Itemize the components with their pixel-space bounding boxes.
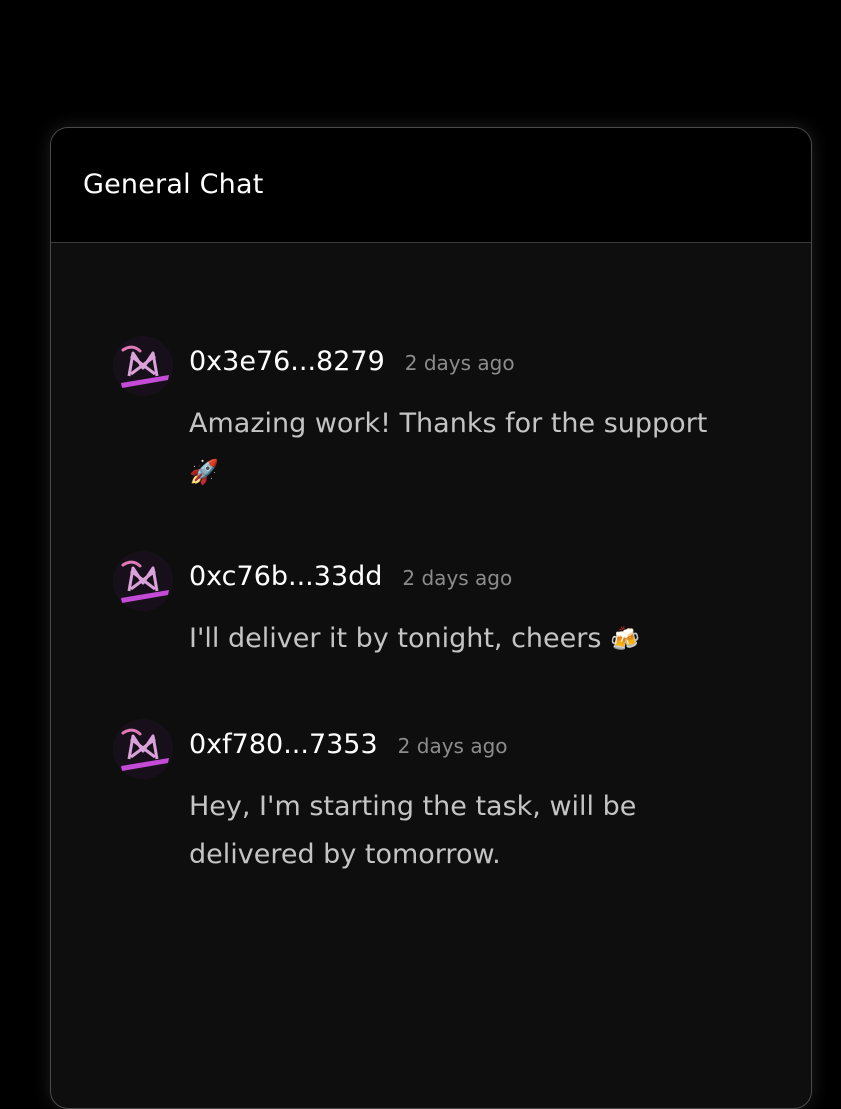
message-text: I'll deliver it by tonight, cheers 🍻 <box>189 615 749 663</box>
message-body: Amazing work! Thanks for the support <box>189 408 708 439</box>
message-meta: 0x3e76...8279 2 days ago <box>189 346 515 377</box>
message-author[interactable]: 0xc76b...33dd <box>189 561 382 592</box>
message-author[interactable]: 0xf780...7353 <box>189 729 378 760</box>
avatar-logo-icon <box>113 719 173 779</box>
beer-emoji: 🍻 <box>610 625 640 653</box>
avatar[interactable] <box>113 719 173 779</box>
message-body: I'll deliver it by tonight, cheers <box>189 623 602 654</box>
chat-title: General Chat <box>83 168 264 200</box>
message-timestamp: 2 days ago <box>397 734 508 758</box>
message-meta: 0xc76b...33dd 2 days ago <box>189 561 512 592</box>
chat-header: General Chat <box>51 128 811 243</box>
avatar[interactable] <box>113 551 173 611</box>
message-author[interactable]: 0x3e76...8279 <box>189 346 385 377</box>
chat-panel: General Chat 0x3e76...8279 2 days ago Am <box>50 127 812 1109</box>
avatar-logo-icon <box>113 336 173 396</box>
message-meta: 0xf780...7353 2 days ago <box>189 729 508 760</box>
avatar-logo-icon <box>113 551 173 611</box>
message-text: Amazing work! Thanks for the support 🚀 <box>189 400 749 496</box>
message-timestamp: 2 days ago <box>402 566 513 590</box>
avatar[interactable] <box>113 336 173 396</box>
message-body: Hey, I'm starting the task, will be deli… <box>189 791 637 870</box>
message-timestamp: 2 days ago <box>404 351 515 375</box>
rocket-emoji: 🚀 <box>189 458 219 486</box>
message-text: Hey, I'm starting the task, will be deli… <box>189 783 749 879</box>
